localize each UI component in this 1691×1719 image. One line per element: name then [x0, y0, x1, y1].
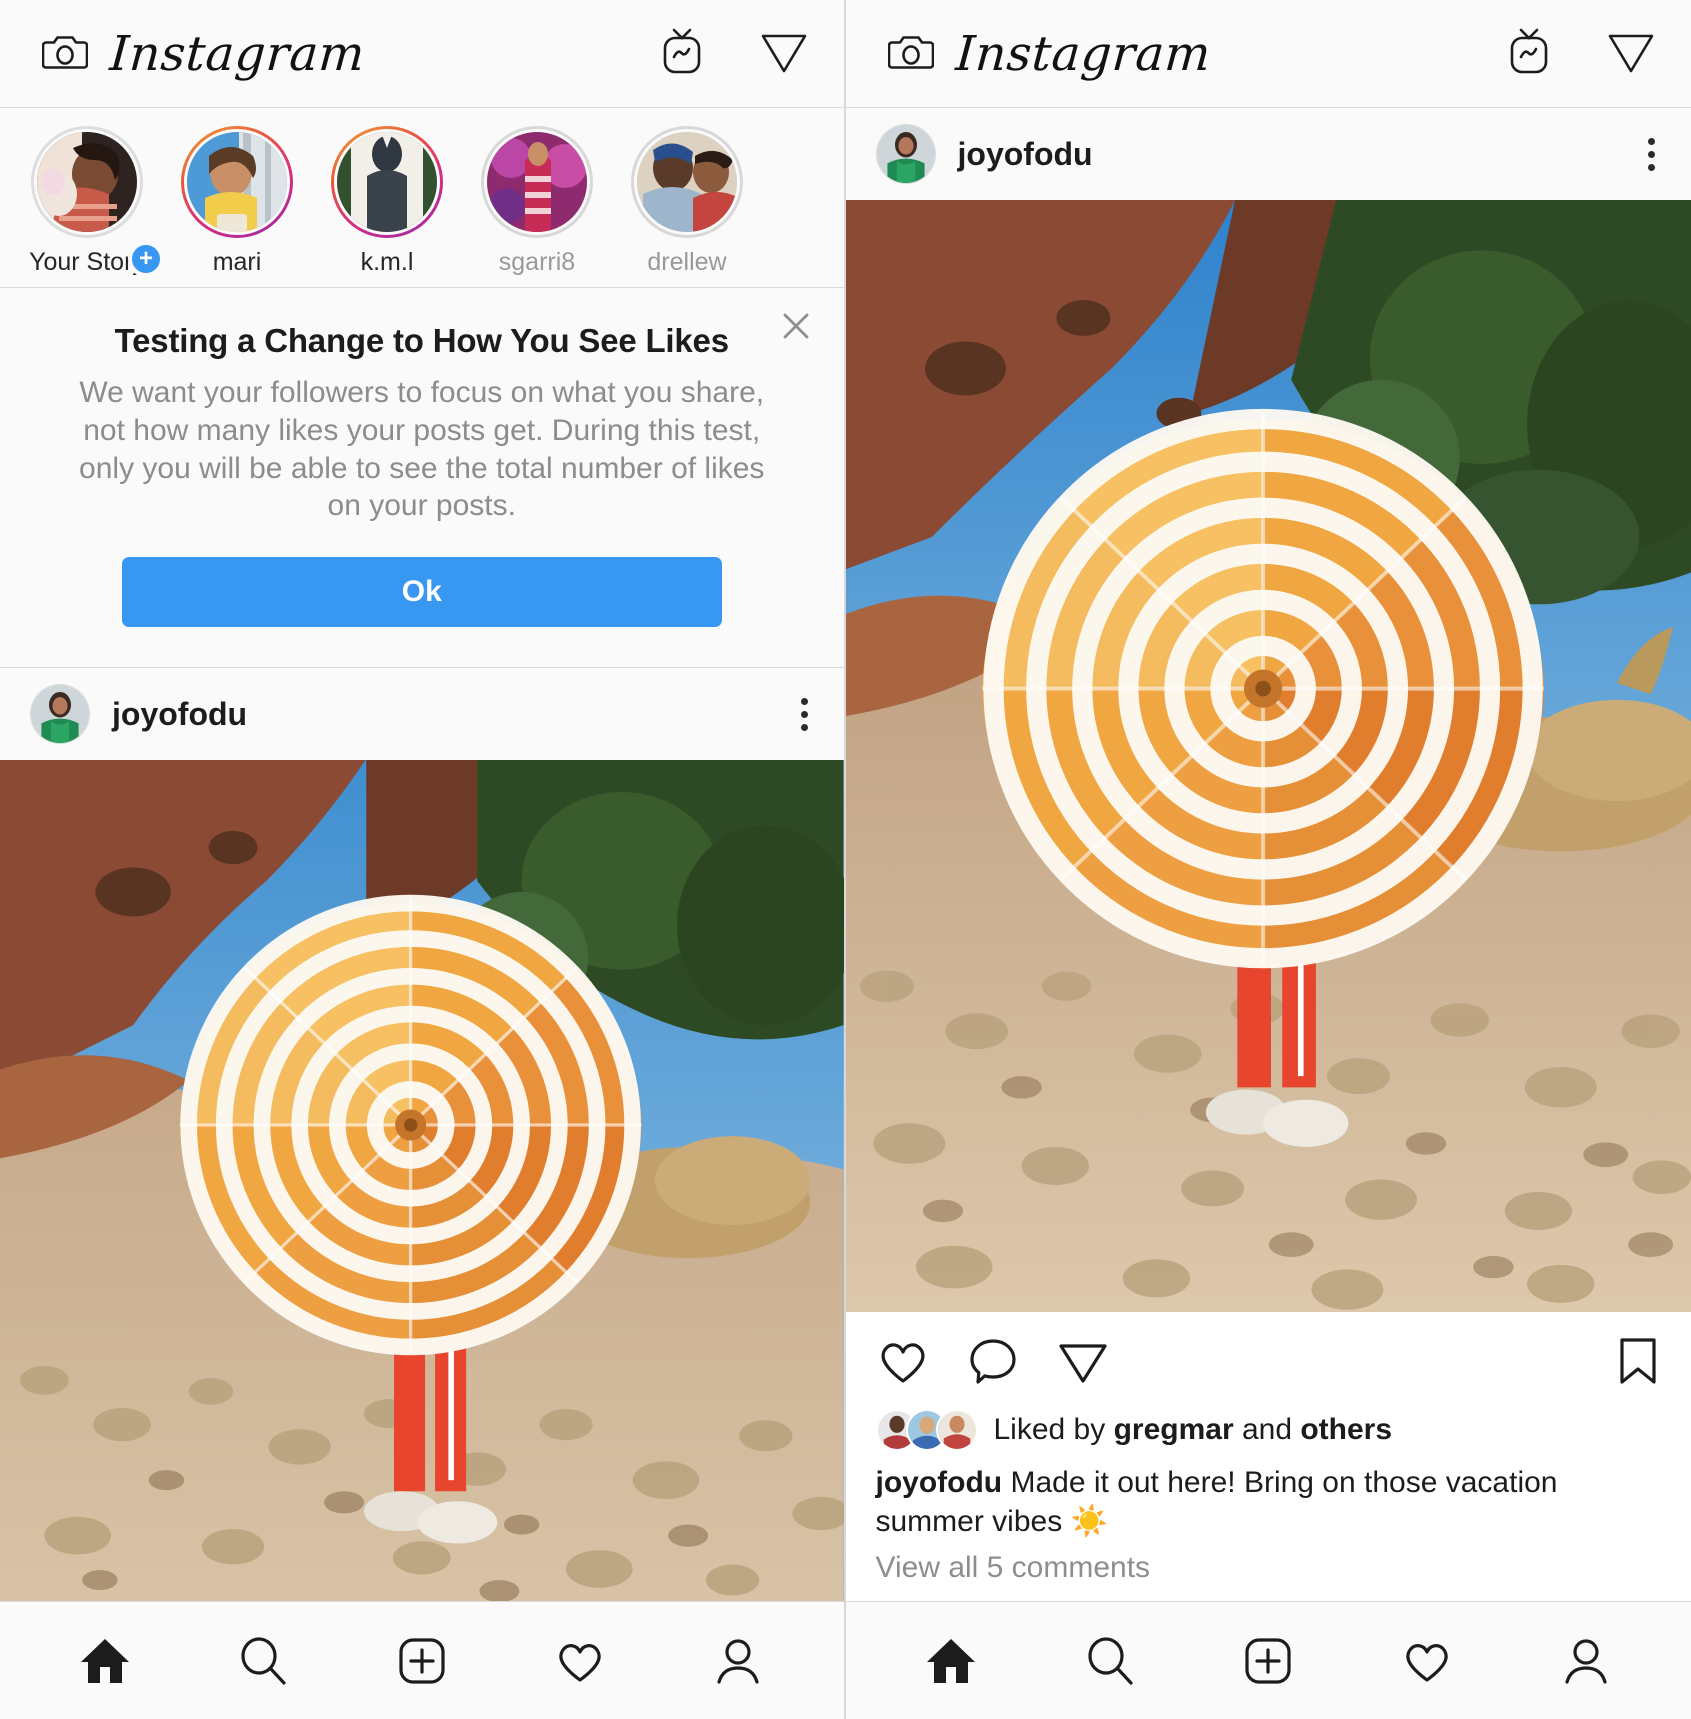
post-header: joyofodu: [845, 108, 1691, 200]
story-item-2[interactable]: k.m.l: [312, 126, 462, 277]
story-item-3[interactable]: sgarri8: [462, 126, 612, 277]
story-ring: [181, 126, 293, 238]
activity-heart-icon[interactable]: [1400, 1634, 1454, 1688]
top-bar-actions: [660, 27, 808, 80]
profile-icon[interactable]: [711, 1634, 765, 1688]
more-options-icon[interactable]: [795, 692, 814, 737]
story-avatar: [184, 129, 290, 235]
post-header: joyofodu: [0, 668, 844, 761]
page-title: Instagram: [108, 25, 367, 82]
avatar[interactable]: [875, 124, 936, 184]
liker-avatars: [875, 1409, 978, 1451]
page-title: Instagram: [953, 25, 1213, 82]
bookmark-icon[interactable]: [1615, 1334, 1661, 1393]
camera-icon[interactable]: [41, 29, 89, 78]
activity-heart-icon[interactable]: [553, 1634, 607, 1688]
story-item-4[interactable]: drellew: [612, 126, 762, 277]
comment-icon[interactable]: [966, 1334, 1020, 1393]
liked-by-others[interactable]: others: [1300, 1413, 1392, 1446]
top-bar-actions: [1507, 27, 1655, 80]
liked-by-suffix: and: [1233, 1413, 1301, 1446]
story-ring: [331, 126, 443, 238]
view-comments-link[interactable]: View all 5 comments: [845, 1541, 1691, 1601]
add-post-icon[interactable]: [1241, 1634, 1295, 1688]
add-story-badge[interactable]: +: [128, 241, 164, 277]
story-label: sgarri8: [498, 248, 576, 276]
search-icon[interactable]: [236, 1634, 290, 1688]
search-icon[interactable]: [1083, 1634, 1137, 1688]
story-avatar: [484, 129, 590, 235]
camera-icon[interactable]: [887, 29, 934, 78]
notice-title: Testing a Change to How You See Likes: [114, 322, 729, 359]
bottom-nav-bar[interactable]: [0, 1601, 844, 1719]
post-username[interactable]: joyofodu: [112, 696, 795, 733]
direct-message-icon[interactable]: [760, 28, 808, 79]
post-caption: joyofodu Made it out here! Bring on thos…: [845, 1451, 1691, 1541]
notice-body: We want your followers to focus on what …: [79, 376, 765, 523]
top-app-bar: Instagram: [845, 0, 1691, 108]
liker-avatar-3: [935, 1409, 978, 1451]
brand-group: Instagram: [41, 25, 660, 82]
story-label: mari: [212, 248, 262, 276]
add-post-icon[interactable]: [395, 1634, 449, 1688]
direct-message-icon[interactable]: [1607, 28, 1655, 79]
close-icon[interactable]: [776, 306, 816, 346]
story-avatar: [334, 129, 440, 235]
story-avatar: [34, 129, 140, 235]
stories-tray[interactable]: + Your Story mari k.m.l sgarri8 drellew: [0, 108, 844, 288]
home-icon[interactable]: [78, 1634, 132, 1688]
share-icon[interactable]: [1056, 1335, 1110, 1392]
bottom-nav-bar[interactable]: [845, 1601, 1691, 1719]
top-app-bar: Instagram: [0, 0, 844, 108]
post-photo[interactable]: [845, 200, 1691, 1312]
caption-author[interactable]: joyofodu: [876, 1466, 1003, 1499]
more-options-icon[interactable]: [1642, 132, 1661, 177]
story-ring: [631, 126, 743, 238]
story-avatar: [634, 129, 740, 235]
post-username[interactable]: joyofodu: [958, 136, 1643, 173]
brand-group: Instagram: [887, 25, 1508, 82]
heart-icon[interactable]: [876, 1334, 930, 1393]
liked-by-username[interactable]: gregmar: [1114, 1413, 1234, 1446]
right-phone-screen: Instagram joyofodu Liked by gregmar and …: [845, 0, 1691, 1719]
left-phone-screen: Instagram + Your Story mari k.m.l sgarri…: [0, 0, 846, 1719]
story-label: k.m.l: [360, 248, 414, 276]
profile-icon[interactable]: [1559, 1634, 1613, 1688]
post-photo[interactable]: [0, 760, 844, 1601]
liked-by-prefix: Liked by: [993, 1413, 1114, 1446]
likes-test-notice-card: Testing a Change to How You See Likes We…: [0, 288, 844, 669]
dual-screenshot-container: Instagram + Your Story mari k.m.l sgarri…: [0, 0, 1691, 1719]
avatar[interactable]: [30, 684, 90, 745]
home-icon[interactable]: [924, 1634, 978, 1688]
story-ring: [481, 126, 593, 238]
igtv-icon[interactable]: [1507, 27, 1551, 80]
ok-button[interactable]: Ok: [121, 557, 722, 628]
story-item-1[interactable]: mari: [162, 126, 312, 277]
story-label: drellew: [647, 248, 727, 276]
story-ring: [31, 126, 143, 238]
liked-by-text: Liked by gregmar and others: [994, 1413, 1393, 1447]
liked-by-row[interactable]: Liked by gregmar and others: [845, 1401, 1691, 1451]
story-item-0[interactable]: + Your Story: [12, 126, 164, 277]
igtv-icon[interactable]: [660, 27, 704, 80]
post-action-row: [845, 1312, 1691, 1401]
